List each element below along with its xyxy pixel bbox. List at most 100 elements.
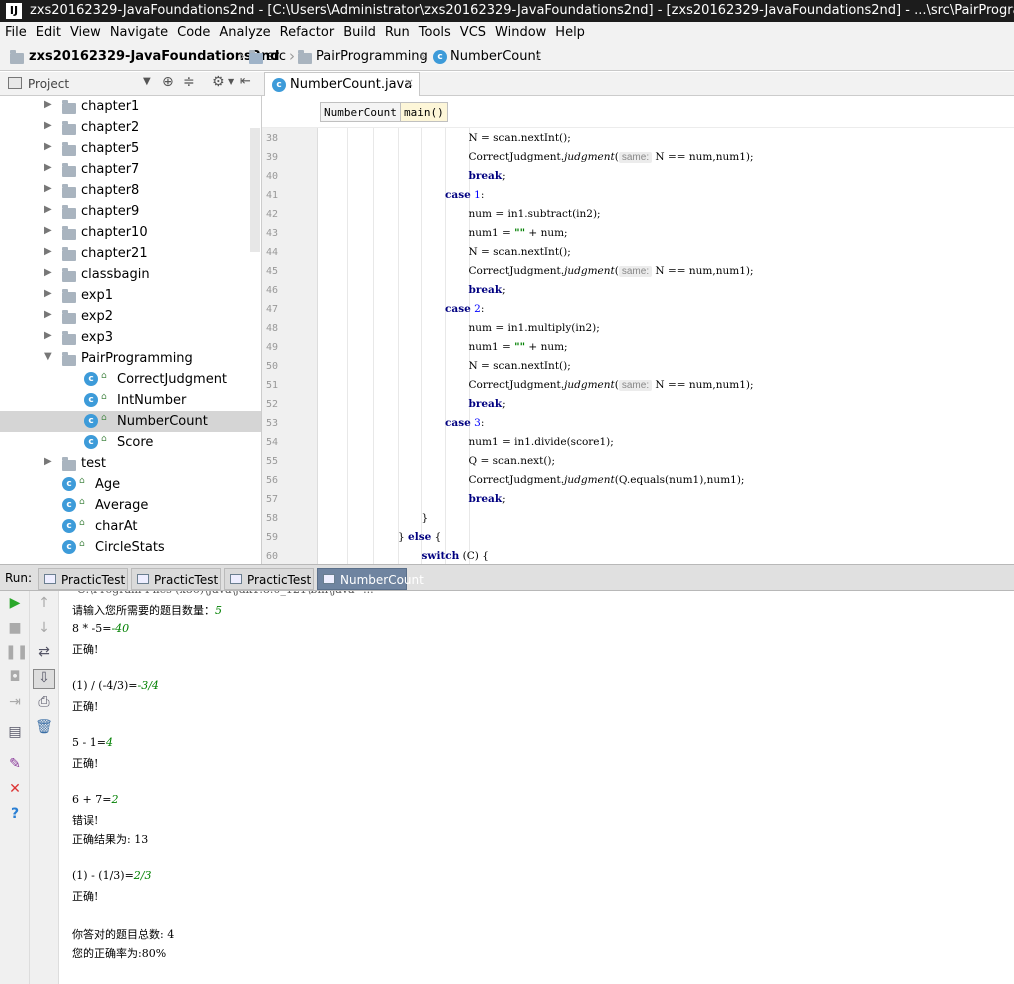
tree-item[interactable]: c ⌂ CircleStats xyxy=(0,537,261,558)
menu-vcs[interactable]: VCS xyxy=(456,22,490,44)
collapse-all-icon[interactable]: ≑ xyxy=(183,74,195,90)
expand-arrow-right-icon[interactable]: ▶ xyxy=(44,225,52,236)
breadcrumb-file[interactable]: NumberCount xyxy=(450,49,541,64)
help-icon[interactable]: ? xyxy=(5,806,25,822)
tree-item[interactable]: ▶ classbagin xyxy=(0,264,261,285)
menu-refactor[interactable]: Refactor xyxy=(276,22,339,44)
expand-arrow-right-icon[interactable]: ▶ xyxy=(44,309,52,320)
tree-item[interactable]: c ⌂ Age xyxy=(0,474,261,495)
close-run-icon[interactable]: ✕ xyxy=(5,781,25,797)
dropdown-arrow-icon[interactable]: ▼ xyxy=(143,76,151,87)
menu-edit[interactable]: Edit xyxy=(32,22,65,44)
menu-build[interactable]: Build xyxy=(339,22,380,44)
source-marker-icon: ⌂ xyxy=(101,434,107,444)
console-output-text: 正确结果为: 13 xyxy=(72,833,149,846)
code-crumb-class[interactable]: NumberCount xyxy=(320,102,401,122)
rerun-icon[interactable]: ▶ xyxy=(5,595,25,611)
expand-arrow-right-icon[interactable]: ▶ xyxy=(44,204,52,215)
target-icon[interactable]: ⊕ xyxy=(162,74,174,90)
run-console[interactable]: "C:\Program Files (x86)\Java\jdk1.8.0_12… xyxy=(59,591,1014,984)
console-line: 请输入您所需要的题目数量：5 xyxy=(72,602,222,618)
menu-window[interactable]: Window xyxy=(491,22,550,44)
tree-scrollbar[interactable] xyxy=(250,128,260,252)
expand-arrow-right-icon[interactable]: ▶ xyxy=(44,246,52,257)
expand-arrow-right-icon[interactable]: ▶ xyxy=(44,330,52,341)
close-icon[interactable]: × xyxy=(404,76,414,90)
expand-arrow-right-icon[interactable]: ▶ xyxy=(44,183,52,194)
tree-item[interactable]: ▶ exp3 xyxy=(0,327,261,348)
menu-tools[interactable]: Tools xyxy=(415,22,455,44)
tree-item[interactable]: ▶ chapter8 xyxy=(0,180,261,201)
hide-panel-icon[interactable]: ⇤ xyxy=(240,74,251,89)
exit-icon[interactable]: ⇥ xyxy=(5,694,25,710)
stop-icon[interactable]: ■ xyxy=(5,620,25,636)
tree-item[interactable]: ▶ chapter10 xyxy=(0,222,261,243)
expand-arrow-right-icon[interactable]: ▶ xyxy=(44,162,52,173)
run-tab[interactable]: PracticTest xyxy=(131,568,221,590)
trash-icon[interactable]: 🗑 xyxy=(34,719,54,735)
tree-item[interactable]: ▼ PairProgramming xyxy=(0,348,261,369)
project-panel-title[interactable]: Project xyxy=(28,77,69,91)
run-tab[interactable]: NumberCount xyxy=(317,568,424,590)
folder-icon xyxy=(62,289,76,303)
gear-icon[interactable]: ⚙ xyxy=(212,74,225,90)
menu-run[interactable]: Run xyxy=(381,22,414,44)
scroll-to-end-icon[interactable]: ⇩ xyxy=(33,669,55,689)
code-line: num1 = "" + num; xyxy=(468,227,568,239)
tree-item[interactable]: ▶ chapter2 xyxy=(0,117,261,138)
tree-item[interactable]: ▶ chapter21 xyxy=(0,243,261,264)
tree-item-label: exp3 xyxy=(81,330,113,345)
menu-navigate[interactable]: Navigate xyxy=(106,22,172,44)
expand-arrow-right-icon[interactable]: ▶ xyxy=(44,288,52,299)
menu-code[interactable]: Code xyxy=(173,22,214,44)
folder-icon xyxy=(62,163,76,177)
tree-item[interactable]: ▶ exp2 xyxy=(0,306,261,327)
tree-item[interactable]: c ⌂ IntNumber xyxy=(0,390,261,411)
console-line: (1) - (1/3)=2/3 xyxy=(72,869,152,882)
tree-item[interactable]: ▶ chapter1 xyxy=(0,96,261,117)
tree-item[interactable]: ▶ test xyxy=(0,453,261,474)
layout-icon[interactable]: ▤ xyxy=(5,724,25,740)
code-crumb-method[interactable]: main() xyxy=(400,102,448,122)
expand-arrow-right-icon[interactable]: ▶ xyxy=(44,141,52,152)
line-number: 49 xyxy=(265,342,278,353)
run-tab[interactable]: PracticTest xyxy=(224,568,314,590)
camera-icon[interactable]: ◘ xyxy=(5,669,25,685)
print-icon[interactable]: ⎙ xyxy=(34,694,54,710)
tree-item[interactable]: c ⌂ Average xyxy=(0,495,261,516)
arrow-up-icon[interactable]: ↑ xyxy=(34,595,54,611)
tree-item[interactable]: c ⌂ CorrectJudgment xyxy=(0,369,261,390)
expand-arrow-right-icon[interactable]: ▶ xyxy=(44,99,52,110)
tree-item[interactable]: ▶ chapter7 xyxy=(0,159,261,180)
menu-view[interactable]: View xyxy=(66,22,105,44)
tree-item[interactable]: ▶ chapter5 xyxy=(0,138,261,159)
tree-item[interactable]: c ⌂ NumberCount xyxy=(0,411,261,432)
gear-dropdown-icon[interactable]: ▼ xyxy=(228,77,234,86)
line-number: 38 xyxy=(265,133,278,144)
tree-item[interactable]: ▶ exp1 xyxy=(0,285,261,306)
code-editor[interactable]: N = scan.nextInt(); CorrectJudgment.judgm… xyxy=(318,128,1014,564)
console-line: 正确! xyxy=(72,698,98,714)
console-output-text: 6 + 7= xyxy=(72,793,112,806)
menu-analyze[interactable]: Analyze xyxy=(215,22,274,44)
breadcrumb-src[interactable]: src xyxy=(267,49,286,64)
run-tab[interactable]: PracticTest xyxy=(38,568,128,590)
code-line: CorrectJudgment.judgment(same: N == num,… xyxy=(468,265,754,277)
tree-item[interactable]: ▶ chapter9 xyxy=(0,201,261,222)
expand-arrow-right-icon[interactable]: ▶ xyxy=(44,267,52,278)
pin-icon[interactable]: ✎ xyxy=(5,756,25,772)
menu-help[interactable]: Help xyxy=(551,22,589,44)
run-tab-label: PracticTest xyxy=(247,573,312,587)
menu-file[interactable]: File xyxy=(1,22,31,44)
pause-icon[interactable]: ❚❚ xyxy=(5,644,28,660)
tree-item[interactable]: c ⌂ Score xyxy=(0,432,261,453)
editor-tab-numbercount[interactable]: c NumberCount.java × xyxy=(264,72,420,97)
expand-arrow-right-icon[interactable]: ▶ xyxy=(44,120,52,131)
expand-arrow-down-icon[interactable]: ▼ xyxy=(44,351,52,362)
soft-wrap-icon[interactable]: ⇄ xyxy=(34,644,54,660)
arrow-down-icon[interactable]: ↓ xyxy=(34,620,54,636)
breadcrumb-package[interactable]: PairProgramming xyxy=(316,49,428,64)
tree-item[interactable]: c ⌂ charAt xyxy=(0,516,261,537)
expand-arrow-right-icon[interactable]: ▶ xyxy=(44,456,52,467)
tree-item-label: chapter9 xyxy=(81,204,140,219)
